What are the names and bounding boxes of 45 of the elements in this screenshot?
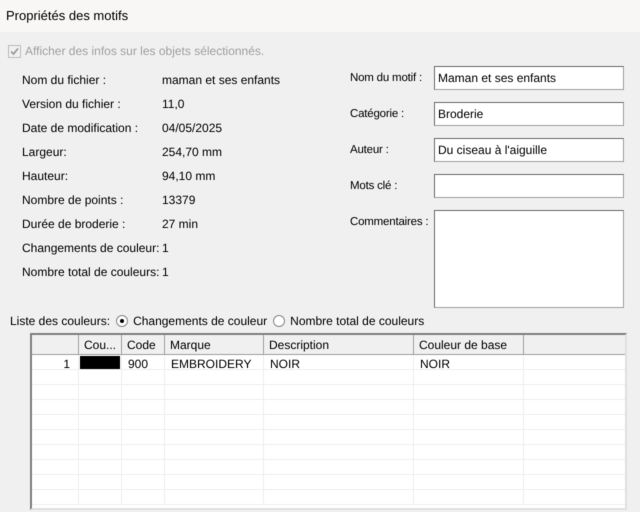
window-title: Propriétés des motifs	[6, 7, 128, 26]
radio-label: Changements de couleur	[133, 313, 268, 330]
info-label: Changements de couleur:	[22, 240, 160, 257]
table-cell: 900	[122, 355, 165, 369]
info-value: 254,70 mm	[162, 144, 222, 161]
info-value: 11,0	[162, 96, 184, 113]
column-header[interactable]: Code	[122, 335, 165, 354]
input-field[interactable]	[434, 174, 624, 198]
info-value: 13379	[162, 192, 196, 209]
comments-field[interactable]	[434, 210, 624, 308]
info-label: Durée de broderie :	[22, 216, 126, 233]
info-value: 27 min	[162, 216, 198, 233]
info-label: Nom du fichier :	[22, 72, 108, 89]
field-label: Catégorie :	[350, 107, 406, 122]
info-label: Hauteur:	[22, 168, 70, 185]
field-label: Mots clé :	[350, 179, 398, 194]
radio-button[interactable]	[116, 315, 128, 327]
row-number: 1	[32, 355, 79, 369]
column-header[interactable]: Marque	[165, 335, 264, 354]
info-label: Date de modification :	[22, 120, 140, 137]
checkbox-label: Afficher des infos sur les objets sélectionnés.	[25, 43, 264, 60]
info-label: Largeur:	[22, 144, 68, 161]
field-label: Commentaires :	[350, 215, 430, 230]
radio-button[interactable]	[273, 315, 286, 327]
color-list-label: Liste des couleurs:	[10, 313, 110, 330]
column-header[interactable]: Couleur de base	[414, 335, 524, 354]
input-field[interactable]: Broderie	[434, 102, 624, 126]
input-field[interactable]: Maman et ses enfants	[434, 66, 624, 90]
info-value: maman et ses enfants	[162, 72, 280, 89]
radio-label: Nombre total de couleurs	[290, 313, 424, 330]
info-label: Nombre de points :	[22, 192, 124, 209]
table-cell: NOIR	[414, 355, 524, 369]
info-value: 94,10 mm	[162, 168, 216, 185]
table-cell: NOIR	[264, 355, 414, 369]
table-cell: EMBROIDERY	[165, 355, 264, 369]
field-label: Auteur :	[350, 143, 390, 158]
info-value: 1	[162, 264, 169, 281]
input-field[interactable]: Du ciseau à l'aiguille	[434, 138, 624, 162]
info-value: 04/05/2025	[162, 120, 222, 137]
info-label: Version du fichier :	[22, 96, 122, 113]
column-header[interactable]: Description	[264, 335, 414, 354]
info-value: 1	[162, 240, 169, 257]
info-label: Nombre total de couleurs:	[22, 264, 160, 281]
column-header[interactable]: Cou...	[79, 335, 122, 354]
field-label: Nom du motif :	[350, 71, 423, 86]
